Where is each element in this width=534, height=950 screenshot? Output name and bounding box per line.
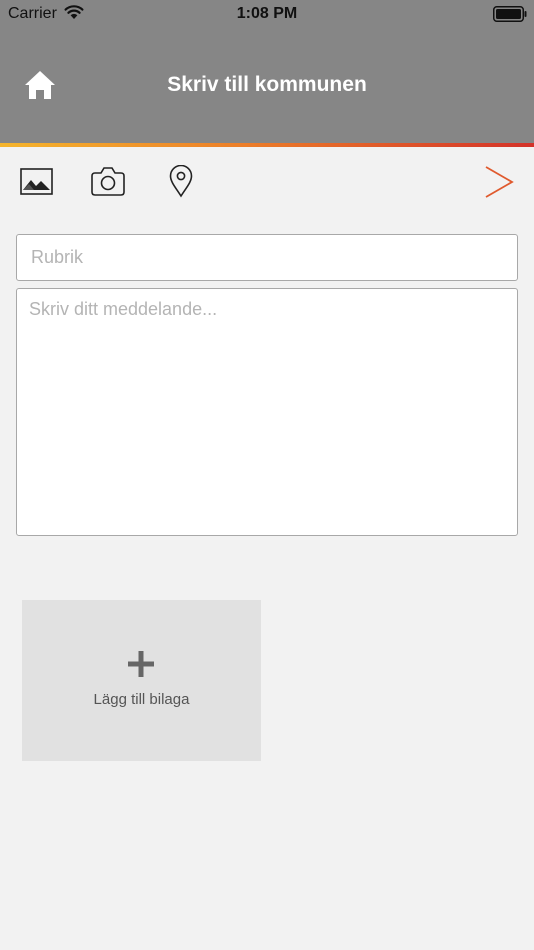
image-icon[interactable] bbox=[20, 168, 53, 195]
battery-icon bbox=[493, 6, 527, 22]
location-icon[interactable] bbox=[168, 165, 194, 198]
plus-icon bbox=[128, 651, 154, 677]
camera-icon[interactable] bbox=[91, 166, 125, 196]
add-attachment-button[interactable]: Lägg till bilaga bbox=[22, 600, 261, 761]
status-time: 1:08 PM bbox=[236, 5, 298, 22]
attachment-label: Lägg till bilaga bbox=[93, 691, 190, 708]
message-input[interactable] bbox=[16, 288, 518, 536]
send-icon[interactable] bbox=[484, 165, 514, 199]
accent-divider bbox=[0, 143, 534, 147]
status-bar: Carrier 1:08 PM bbox=[0, 0, 534, 28]
subject-input[interactable] bbox=[16, 234, 518, 281]
header-bar: Carrier 1:08 PM Skriv till kommunen bbox=[0, 0, 534, 143]
page-title: Skriv till kommunen bbox=[167, 73, 367, 96]
